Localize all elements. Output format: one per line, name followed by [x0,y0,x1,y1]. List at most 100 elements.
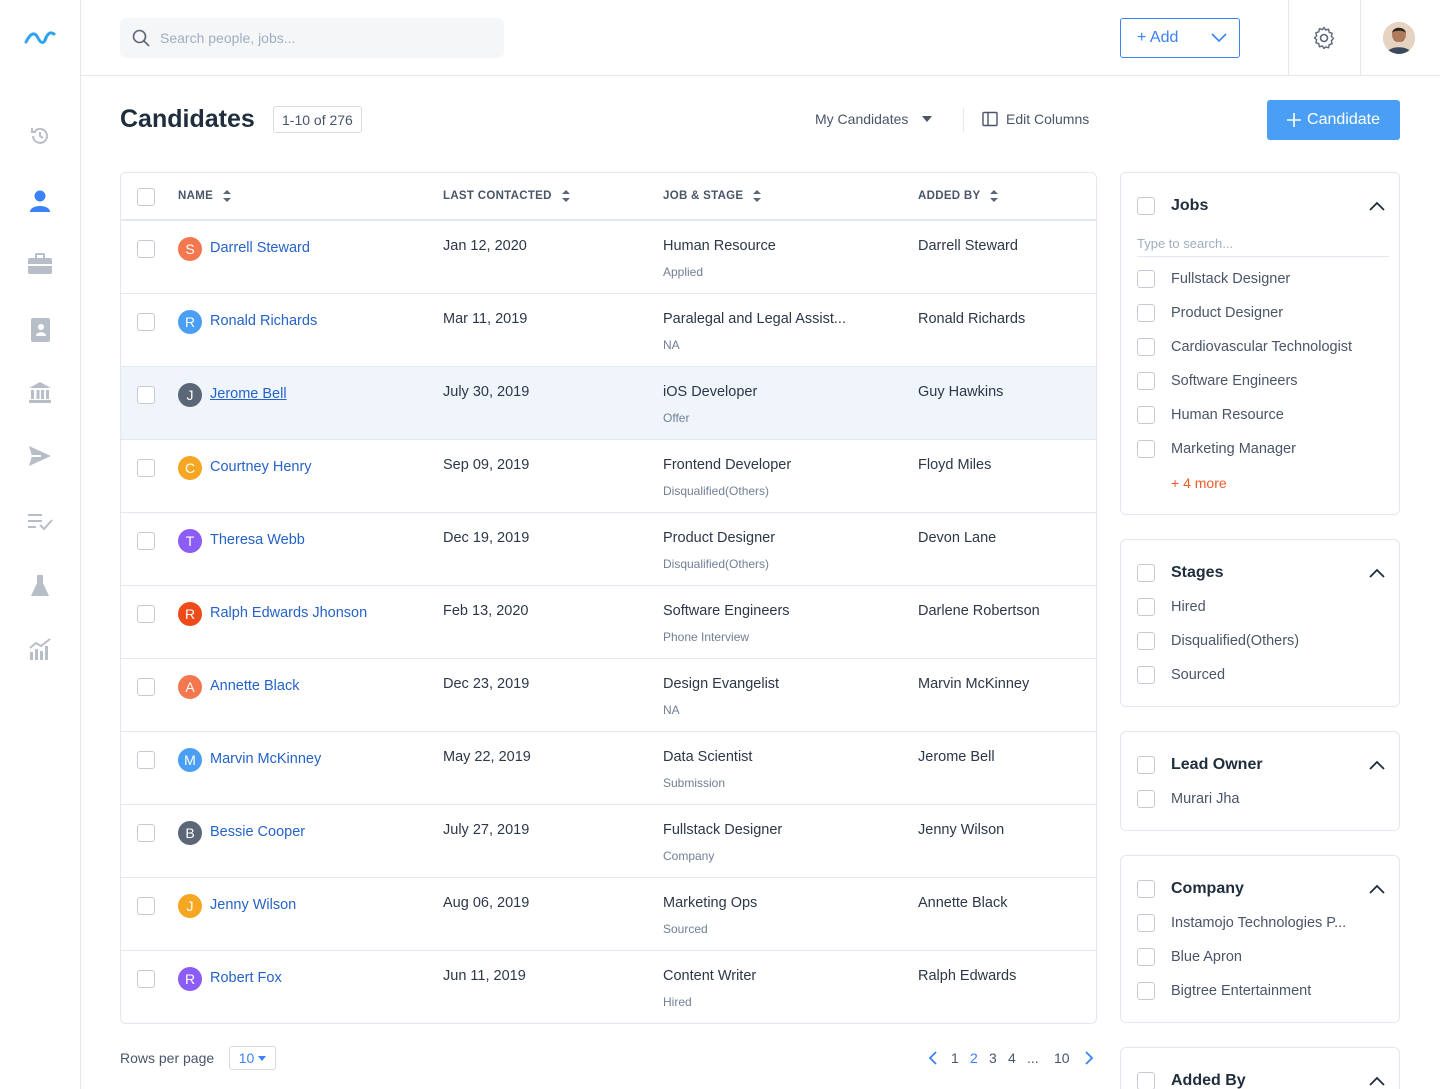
page-number[interactable]: 3 [989,1050,997,1066]
reports-chart-icon[interactable] [26,635,54,663]
filter-option-checkbox[interactable] [1137,982,1155,1000]
contacts-book-icon[interactable] [26,316,54,344]
chevron-up-icon[interactable] [1369,201,1385,211]
candidate-avatar: J [178,383,202,407]
chevron-up-icon[interactable] [1369,760,1385,770]
table-row[interactable]: J Jenny Wilson Aug 06, 2019 Marketing Ops So… [121,878,1096,951]
jobs-filter-search-input[interactable] [1137,231,1389,257]
view-selector[interactable]: My Candidates [815,111,933,127]
stages-select-all-checkbox[interactable] [1137,564,1155,582]
candidate-name-link[interactable]: Jerome Bell [210,386,287,402]
page-number[interactable]: 4 [1008,1050,1016,1066]
send-paper-plane-icon[interactable] [26,442,54,470]
table-row[interactable]: T Theresa Webb Dec 19, 2019 Product Designe… [121,513,1096,586]
candidate-name-link[interactable]: Ronald Richards [210,313,317,329]
select-all-checkbox[interactable] [137,188,155,206]
candidates-person-icon[interactable] [26,187,54,215]
tasks-checklist-icon[interactable] [26,507,54,535]
candidate-name-link[interactable]: Marvin McKinney [210,751,321,767]
global-search[interactable] [120,18,504,58]
app-logo-icon[interactable] [24,26,56,50]
table-row[interactable]: J Jerome Bell July 30, 2019 iOS Developer Of… [121,367,1096,440]
chevron-up-icon[interactable] [1369,884,1385,894]
last-contacted-cell: July 30, 2019 [443,384,530,400]
prev-page-icon[interactable] [928,1051,938,1065]
row-checkbox[interactable] [137,459,155,477]
column-header-name[interactable]: NAME [178,190,232,202]
candidate-name-link[interactable]: Bessie Cooper [210,824,305,840]
filter-option-checkbox[interactable] [1137,338,1155,356]
table-row[interactable]: C Courtney Henry Sep 09, 2019 Frontend Deve… [121,440,1096,513]
settings-gear-icon[interactable] [1310,24,1338,52]
candidate-name-link[interactable]: Annette Black [210,678,299,694]
filter-option-label: Human Resource [1171,407,1284,423]
show-more-jobs-link[interactable]: + 4 more [1171,475,1227,491]
added-by-select-all-checkbox[interactable] [1137,1072,1155,1089]
table-row[interactable]: S Darrell Steward Jan 12, 2020 Human Resour… [121,221,1096,294]
jobs-select-all-checkbox[interactable] [1137,197,1155,215]
column-header-last-contacted[interactable]: LAST CONTACTED [443,190,570,202]
filter-option-checkbox[interactable] [1137,406,1155,424]
candidate-name-link[interactable]: Courtney Henry [210,459,312,475]
added-by-cell: Devon Lane [918,530,997,546]
table-row[interactable]: R Ralph Edwards Jhonson Feb 13, 2020 Softwa… [121,586,1096,659]
candidate-name-link[interactable]: Ralph Edwards Jhonson [210,605,367,621]
row-checkbox[interactable] [137,970,155,988]
company-select-all-checkbox[interactable] [1137,880,1155,898]
recent-history-icon[interactable] [26,122,54,150]
row-checkbox[interactable] [137,386,155,404]
column-header-job-stage[interactable]: JOB & STAGE [663,190,762,202]
stage-cell: NA [663,338,680,352]
filter-option-label: Sourced [1171,667,1226,683]
row-checkbox[interactable] [137,824,155,842]
next-page-icon[interactable] [1084,1051,1094,1065]
filter-option-checkbox[interactable] [1137,304,1155,322]
table-row[interactable]: M Marvin McKinney May 22, 2019 Data Scienti… [121,732,1096,805]
filter-option-checkbox[interactable] [1137,440,1155,458]
lead-owner-select-all-checkbox[interactable] [1137,756,1155,774]
page-number[interactable]: 10 [1054,1050,1070,1066]
table-row[interactable]: R Ronald Richards Mar 11, 2019 Paralegal an… [121,294,1096,367]
table-row[interactable]: B Bessie Cooper July 27, 2019 Fullstack Des… [121,805,1096,878]
filter-option-checkbox[interactable] [1137,666,1155,684]
company-bank-icon[interactable] [26,378,54,406]
filter-option-checkbox[interactable] [1137,948,1155,966]
filter-option-checkbox[interactable] [1137,372,1155,390]
row-checkbox[interactable] [137,605,155,623]
filter-option-checkbox[interactable] [1137,598,1155,616]
view-selector-label: My Candidates [815,111,909,127]
candidate-name-link[interactable]: Robert Fox [210,970,282,986]
chevron-down-icon[interactable] [1199,33,1239,43]
row-checkbox[interactable] [137,313,155,331]
row-checkbox[interactable] [137,532,155,550]
row-checkbox[interactable] [137,751,155,769]
search-input[interactable] [160,30,480,46]
table-row[interactable]: R Robert Fox Jun 11, 2019 Content Writer Hir… [121,951,1096,1023]
add-dropdown-button[interactable]: + Add [1120,18,1240,58]
lab-flask-icon[interactable] [26,572,54,600]
candidate-avatar: R [178,967,202,991]
table-row[interactable]: A Annette Black Dec 23, 2019 Design Evangel… [121,659,1096,732]
add-candidate-button[interactable]: Candidate [1267,100,1400,140]
filter-option-checkbox[interactable] [1137,632,1155,650]
added-by-cell: Ralph Edwards [918,968,1017,984]
filter-option-checkbox[interactable] [1137,914,1155,932]
chevron-up-icon[interactable] [1369,1076,1385,1086]
column-header-added-by[interactable]: ADDED BY [918,190,999,202]
filter-option-checkbox[interactable] [1137,270,1155,288]
row-checkbox[interactable] [137,678,155,696]
chevron-up-icon[interactable] [1369,568,1385,578]
edit-columns-button[interactable]: Edit Columns [982,111,1089,127]
candidate-name-link[interactable]: Theresa Webb [210,532,305,548]
row-checkbox[interactable] [137,240,155,258]
page-number[interactable]: ... [1027,1050,1039,1066]
candidate-name-link[interactable]: Jenny Wilson [210,897,296,913]
candidate-name-link[interactable]: Darrell Steward [210,240,310,256]
filter-option-checkbox[interactable] [1137,790,1155,808]
page-number[interactable]: 2 [970,1050,978,1066]
page-number[interactable]: 1 [951,1050,959,1066]
jobs-briefcase-icon[interactable] [26,250,54,278]
row-checkbox[interactable] [137,897,155,915]
user-avatar[interactable] [1383,22,1415,54]
rows-per-page-select[interactable]: 10 [229,1046,276,1070]
